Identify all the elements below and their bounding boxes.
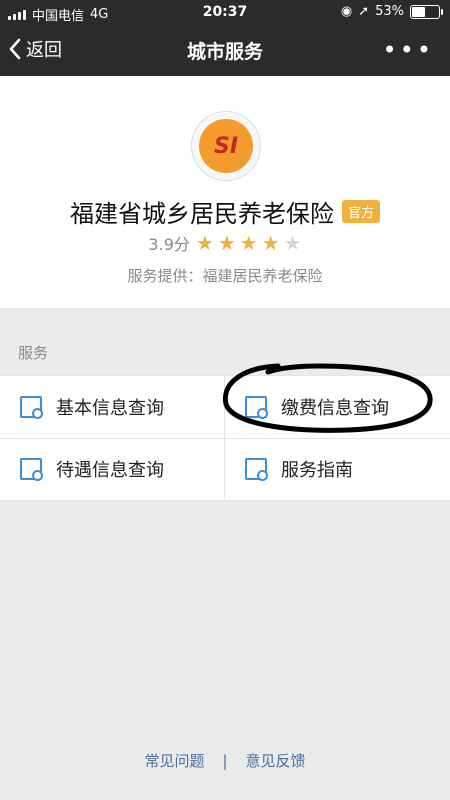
title-row: 福建省城乡居民养老保险 官方: [0, 194, 450, 229]
status-bar: 中国电信 4G 20:37 ◉ ➚ 53%: [0, 0, 450, 26]
star-empty-icon: ★: [283, 231, 302, 255]
battery-fill: [412, 6, 425, 17]
service-basic-info[interactable]: 基本信息查询: [0, 376, 224, 438]
official-badge: 官方: [341, 200, 380, 223]
handdrawn-circle-annotation: [222, 363, 433, 433]
rating-score: 3.9分: [148, 235, 190, 254]
service-label: 基本信息查询: [56, 398, 164, 419]
logo-mark: SI: [199, 119, 253, 173]
rating-stars: ★ ★ ★ ★ ★: [196, 231, 302, 255]
star-filled-icon: ★: [195, 231, 214, 255]
star-filled-icon: ★: [239, 231, 258, 255]
battery-icon: [410, 4, 443, 19]
battery-percent: 53%: [375, 4, 404, 19]
location-icon: ➚: [358, 4, 370, 19]
service-benefit-info[interactable]: 待遇信息查询: [0, 438, 224, 500]
service-guide[interactable]: 服务指南: [225, 438, 449, 500]
search-document-icon: [20, 396, 43, 419]
provider-text: 服务提供：福建居民养老保险: [127, 267, 323, 285]
service-label: 待遇信息查询: [56, 460, 164, 481]
navigation-bar: 返回 城市服务 •••: [0, 26, 450, 76]
service-logo: SI: [191, 111, 261, 181]
service-title: 福建省城乡居民养老保险: [69, 200, 334, 228]
search-document-icon: [245, 458, 268, 481]
star-filled-icon: ★: [261, 231, 280, 255]
faq-link[interactable]: 常见问题: [144, 750, 204, 771]
status-right: ◉ ➚ 53%: [340, 4, 443, 19]
search-document-icon: [20, 458, 43, 481]
footer-links: 常见问题 | 意见反馈: [0, 750, 450, 771]
services-section-label: 服务: [18, 344, 49, 362]
service-header: SI 福建省城乡居民养老保险 官方 3.9分 ★ ★ ★ ★ ★ 服务提供：福建居民养老…: [0, 76, 450, 308]
top-bar: 中国电信 4G 20:37 ◉ ➚ 53% 返回 城市服务 •••: [0, 0, 450, 76]
star-filled-icon: ★: [217, 231, 236, 255]
rating-row: 3.9分 ★ ★ ★ ★ ★: [0, 231, 450, 255]
footer-separator: |: [222, 751, 228, 770]
service-label: 服务指南: [281, 460, 353, 481]
feedback-link[interactable]: 意见反馈: [246, 750, 306, 771]
orientation-lock-icon: ◉: [340, 4, 353, 19]
more-options-button[interactable]: •••: [383, 36, 434, 64]
